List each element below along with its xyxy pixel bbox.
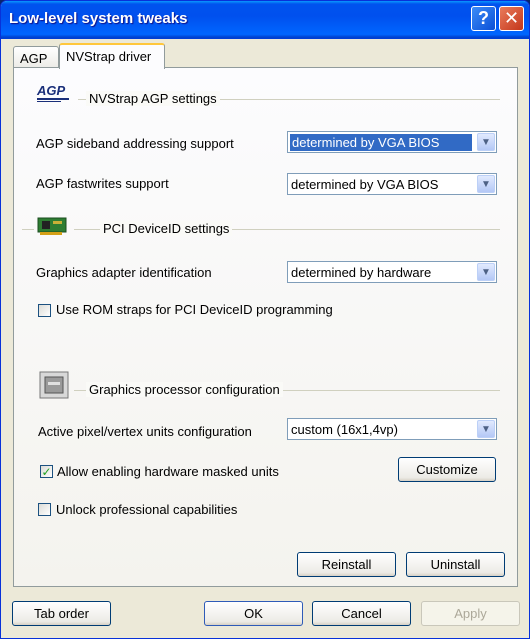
agp-logo-icon: AGP [36,83,69,102]
help-button[interactable]: ? [471,6,496,31]
help-icon: ? [478,8,489,28]
apply-label: Apply [454,606,487,621]
tab-panel: AGP NVStrap AGP settings AGP sideband ad… [13,67,518,587]
sideband-label: AGP sideband addressing support [36,136,234,151]
gpu-chip-icon [39,371,69,399]
fastwrites-select[interactable]: determined by VGA BIOS ▼ [287,173,497,195]
rom-straps-label[interactable]: Use ROM straps for PCI DeviceID programm… [56,302,333,317]
identification-value: determined by hardware [291,265,432,280]
sideband-value: determined by VGA BIOS [290,134,472,151]
dialog-window: Low-level system tweaks ? ✕ AGP NVStrap … [0,0,530,639]
cancel-label: Cancel [341,606,382,621]
chevron-down-icon[interactable]: ▼ [477,420,495,438]
masked-units-checkbox[interactable]: ✓ [40,465,53,478]
sideband-select[interactable]: determined by VGA BIOS ▼ [287,131,497,153]
tab-agp-label: AGP [20,51,48,66]
ok-label: OK [244,606,263,621]
customize-button[interactable]: Customize [398,457,496,482]
close-button[interactable]: ✕ [499,6,524,31]
chevron-down-icon[interactable]: ▼ [477,175,495,193]
ok-button[interactable]: OK [204,601,303,626]
professional-label[interactable]: Unlock professional capabilities [56,502,237,517]
pci-card-icon [37,217,67,235]
units-value: custom (16x1,4vp) [291,422,398,437]
uninstall-label: Uninstall [430,557,481,572]
fastwrites-value: determined by VGA BIOS [291,177,439,192]
cancel-button[interactable]: Cancel [312,601,411,626]
tab-nvstrap-driver[interactable]: NVStrap driver [59,43,165,69]
reinstall-button[interactable]: Reinstall [297,552,396,577]
tab-nvstrap-label: NVStrap driver [66,49,152,64]
window-title: Low-level system tweaks [9,10,188,27]
svg-text:AGP: AGP [36,83,66,98]
professional-checkbox[interactable] [38,503,51,516]
reinstall-label: Reinstall [321,557,372,572]
apply-button: Apply [421,601,520,626]
identification-label: Graphics adapter identification [36,265,212,280]
fastwrites-label: AGP fastwrites support [36,176,169,191]
rom-straps-checkbox[interactable] [38,304,51,317]
title-bar[interactable]: Low-level system tweaks ? ✕ [1,1,529,39]
chevron-down-icon[interactable]: ▼ [477,133,495,151]
tab-order-button[interactable]: Tab order [12,601,111,626]
tab-order-label: Tab order [34,606,89,621]
customize-label: Customize [416,462,478,477]
units-label: Active pixel/vertex units configuration [38,424,252,439]
gpu-group-title: Graphics processor configuration [86,382,283,397]
agp-group-title: NVStrap AGP settings [86,91,220,106]
close-icon: ✕ [503,8,520,28]
identification-select[interactable]: determined by hardware ▼ [287,261,497,283]
chevron-down-icon[interactable]: ▼ [477,263,495,281]
tab-agp[interactable]: AGP [13,46,59,68]
pci-group-title: PCI DeviceID settings [100,221,233,236]
masked-units-label[interactable]: Allow enabling hardware masked units [57,464,279,479]
units-select[interactable]: custom (16x1,4vp) ▼ [287,418,497,440]
uninstall-button[interactable]: Uninstall [406,552,505,577]
